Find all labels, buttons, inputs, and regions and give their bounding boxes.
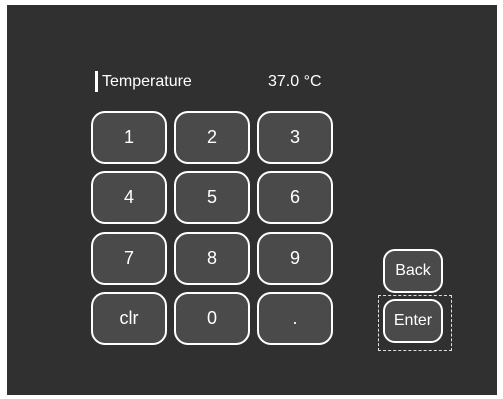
key-8[interactable]: 8 <box>174 232 250 285</box>
field-marker <box>95 71 98 92</box>
key-5[interactable]: 5 <box>174 171 250 224</box>
key-7[interactable]: 7 <box>91 232 167 285</box>
key-6[interactable]: 6 <box>257 171 333 224</box>
temperature-label: Temperature <box>102 73 192 90</box>
keypad-screen: Temperature 37.0 °C 1 2 3 4 5 6 7 8 9 cl… <box>7 5 497 395</box>
key-9[interactable]: 9 <box>257 232 333 285</box>
key-3[interactable]: 3 <box>257 111 333 164</box>
key-4[interactable]: 4 <box>91 171 167 224</box>
clear-key[interactable]: clr <box>91 292 167 345</box>
back-button[interactable]: Back <box>383 249 443 293</box>
temperature-value: 37.0 °C <box>268 73 322 90</box>
decimal-point-key[interactable]: . <box>257 292 333 345</box>
key-2[interactable]: 2 <box>174 111 250 164</box>
key-1[interactable]: 1 <box>91 111 167 164</box>
key-0[interactable]: 0 <box>174 292 250 345</box>
enter-button[interactable]: Enter <box>383 299 443 343</box>
